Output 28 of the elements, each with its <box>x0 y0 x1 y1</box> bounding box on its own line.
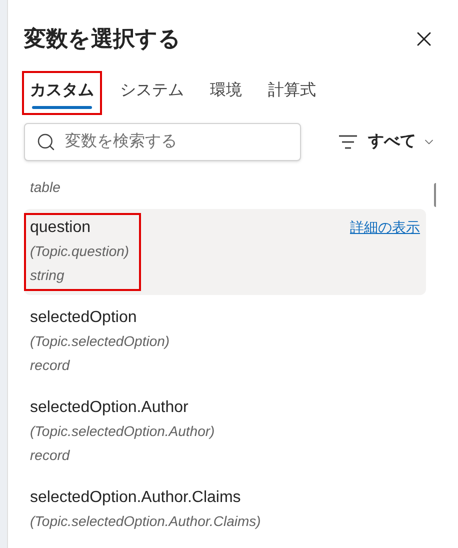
filter-icon <box>338 135 358 149</box>
variable-item[interactable]: selectedOption (Topic.selectedOption) record <box>24 299 426 385</box>
variable-path: (Topic.selectedOption) <box>30 332 170 351</box>
variable-path: (Topic.selectedOption.Author) <box>30 422 215 441</box>
variable-type: record <box>30 446 71 465</box>
details-link[interactable]: 詳細の表示 <box>350 217 420 238</box>
tab-underline <box>32 106 92 109</box>
variable-name: selectedOption <box>30 308 138 328</box>
variable-type: string <box>30 266 66 285</box>
variable-path: (Topic.selectedOption.Author.Claims) <box>30 512 261 531</box>
variable-type: table <box>30 178 60 197</box>
variable-name: selectedOption.Author <box>30 398 190 418</box>
search-field[interactable]: 変数を検索する <box>24 123 301 161</box>
variable-item[interactable]: question (Topic.question) string 詳細の表示 <box>24 209 426 295</box>
tab[interactable]: カスタム <box>24 73 100 113</box>
variable-item[interactable]: selectedOption.Author.Claims (Topic.selectedOption.Author.Claims) <box>24 479 426 541</box>
search-icon <box>36 132 56 152</box>
tab[interactable]: システム <box>114 73 190 113</box>
variable-type: record <box>30 356 71 375</box>
variable-path: (Topic.question) <box>30 242 130 261</box>
variable-name: question <box>30 218 92 238</box>
variable-item[interactable]: table <box>24 161 426 209</box>
dialog-title: 変数を選択する <box>24 25 181 53</box>
tab[interactable]: 計算式 <box>262 73 322 113</box>
tab[interactable]: 環境 <box>204 73 248 113</box>
filter-button[interactable]: すべて <box>338 130 436 154</box>
variable-name: selectedOption.Author.Claims <box>30 488 242 508</box>
variable-item[interactable]: selectedOption.Author (Topic.selectedOption.Author) record <box>24 389 426 475</box>
